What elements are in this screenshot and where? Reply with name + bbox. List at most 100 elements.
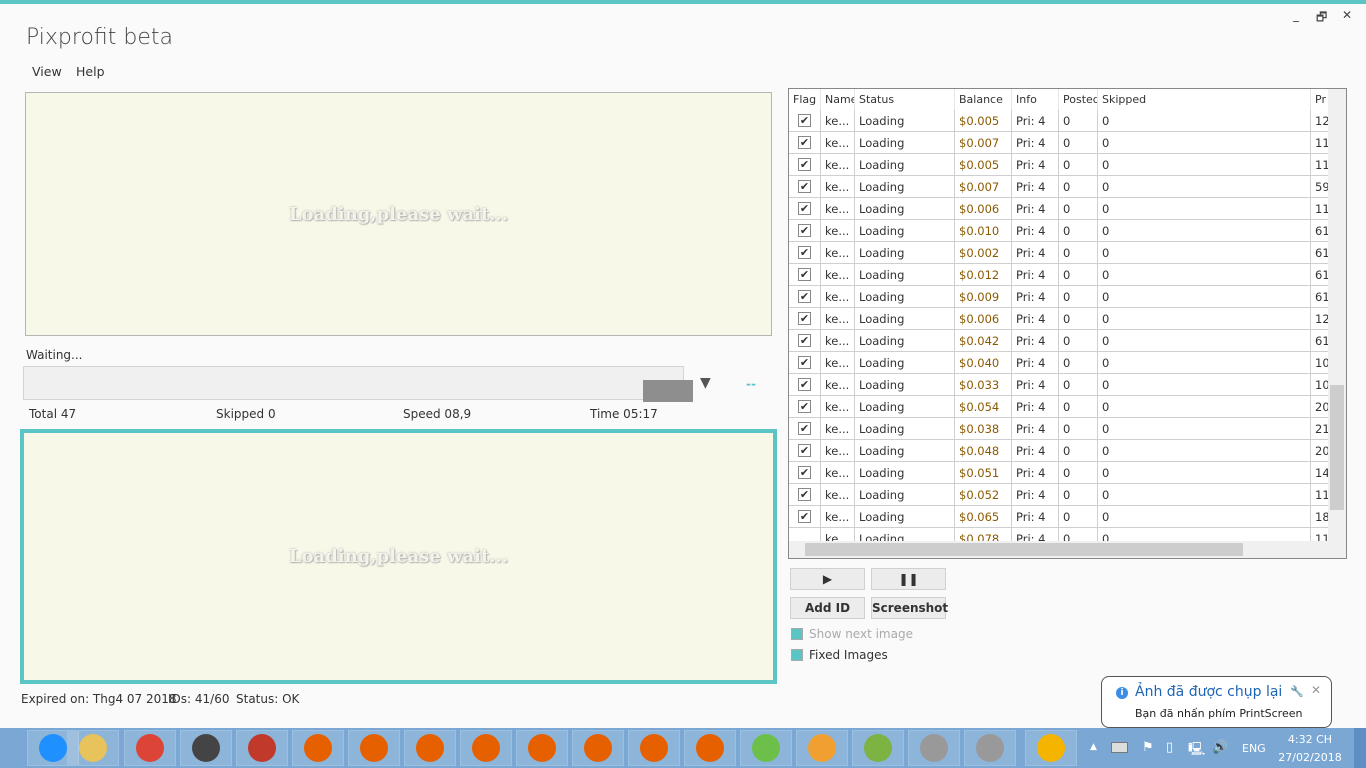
accounts-table[interactable]: Flag Name Status Balance Info Posted Skipped Pr… [788, 88, 1347, 559]
dropdown-arrow-icon[interactable]: ▼ [700, 375, 711, 391]
header-col-skipped[interactable]: Skipped [1098, 89, 1311, 110]
table-row[interactable]: ✔ke...Loading$0.005Pri: 400118 [789, 154, 1329, 176]
flag-checkbox[interactable]: ✔ [798, 488, 811, 501]
table-row[interactable]: ✔ke...Loading$0.005Pri: 400121 [789, 110, 1329, 132]
header-col-status[interactable]: Status [855, 89, 955, 110]
table-row[interactable]: ✔ke...Loading$0.012Pri: 40061. [789, 264, 1329, 286]
taskbar-button[interactable] [740, 730, 792, 766]
status-cell: Loading [855, 286, 955, 308]
table-row[interactable]: ✔ke...Loading$0.006Pri: 400112 [789, 198, 1329, 220]
network-icon[interactable]: 🖳 [1188, 740, 1205, 762]
table-row[interactable]: ✔ke...Loading$0.033Pri: 400101 [789, 374, 1329, 396]
keyboard-tray-icon[interactable] [1111, 742, 1128, 753]
balance-cell: $0.007 [955, 132, 1012, 154]
flag-checkbox[interactable]: ✔ [798, 400, 811, 413]
flag-checkbox[interactable]: ✔ [798, 312, 811, 325]
taskbar-button[interactable] [460, 730, 512, 766]
flag-checkbox[interactable]: ✔ [798, 268, 811, 281]
pause-button[interactable]: ❚❚ [871, 568, 946, 590]
flag-checkbox[interactable]: ✔ [798, 158, 811, 171]
header-col-name[interactable]: Name [821, 89, 855, 110]
table-row[interactable]: ✔ke...Loading$0.006Pri: 400121 [789, 308, 1329, 330]
restore-button[interactable]: 🗗 [1316, 8, 1327, 29]
taskbar-button[interactable] [796, 730, 848, 766]
horizontal-scrollbar[interactable] [789, 541, 1346, 558]
notification-close-icon[interactable]: ✕ [1311, 683, 1321, 697]
play-button[interactable]: ▶ [790, 568, 865, 590]
flag-checkbox[interactable]: ✔ [798, 510, 811, 523]
taskbar-button[interactable] [180, 730, 232, 766]
flag-checkbox[interactable]: ✔ [798, 444, 811, 457]
table-row[interactable]: ✔ke...Loading$0.042Pri: 40061. [789, 330, 1329, 352]
taskbar-button[interactable] [292, 730, 344, 766]
table-row[interactable]: ✔ke...Loading$0.007Pri: 400112 [789, 132, 1329, 154]
table-row[interactable]: ✔ke...Loading$0.040Pri: 400106 [789, 352, 1329, 374]
taskbar-button[interactable] [964, 730, 1016, 766]
taskbar-button[interactable] [572, 730, 624, 766]
close-button[interactable]: ✕ [1342, 8, 1352, 22]
table-row[interactable]: ✔ke...Loading$0.038Pri: 400211 [789, 418, 1329, 440]
taskbar-button[interactable] [348, 730, 400, 766]
table-row[interactable]: ✔ke...Loading$0.051Pri: 40014. [789, 462, 1329, 484]
flag-checkbox[interactable]: ✔ [798, 114, 811, 127]
minimize-button[interactable]: _ [1293, 8, 1299, 22]
taskbar-button[interactable] [67, 730, 119, 766]
flag-checkbox[interactable]: ✔ [798, 202, 811, 215]
flag-checkbox[interactable]: ✔ [798, 356, 811, 369]
table-row[interactable]: ✔ke...Loading$0.054Pri: 400202 [789, 396, 1329, 418]
table-row[interactable]: ✔ke...Loading$0.010Pri: 40061. [789, 220, 1329, 242]
clock-date[interactable]: 27/02/2018 [1278, 751, 1342, 764]
notification-balloon[interactable]: i Ảnh đã được chụp lại Bạn đã nhấn phím … [1101, 676, 1332, 728]
taskbar-button[interactable] [124, 730, 176, 766]
table-row[interactable]: ✔ke...Loading$0.052Pri: 400112 [789, 484, 1329, 506]
scroll-thumb[interactable] [1330, 385, 1344, 510]
table-row[interactable]: ✔ke...Loading$0.065Pri: 400183 [789, 506, 1329, 528]
header-col-info[interactable]: Info [1012, 89, 1059, 110]
taskbar-button[interactable] [404, 730, 456, 766]
action-center-flag-icon[interactable]: ⚑ [1142, 740, 1154, 755]
flag-checkbox[interactable]: ✔ [798, 422, 811, 435]
taskbar-button[interactable] [1025, 730, 1077, 766]
flag-checkbox[interactable]: ✔ [798, 246, 811, 259]
wrench-icon[interactable]: 🔧 [1290, 685, 1304, 698]
flag-checkbox[interactable]: ✔ [798, 136, 811, 149]
vertical-scrollbar[interactable] [1328, 89, 1346, 541]
taskbar-button[interactable] [516, 730, 568, 766]
hscroll-thumb[interactable] [805, 543, 1243, 556]
taskbar-button[interactable] [236, 730, 288, 766]
power-icon[interactable]: ▯ [1166, 740, 1173, 755]
header-col-balance[interactable]: Balance [955, 89, 1012, 110]
taskbar-button[interactable] [628, 730, 680, 766]
header-col-pr[interactable]: Pr [1311, 89, 1329, 110]
taskbar-button[interactable] [684, 730, 736, 766]
add-id-button[interactable]: Add ID [790, 597, 865, 619]
taskbar-button[interactable] [908, 730, 960, 766]
fixed-images-checkbox[interactable] [791, 649, 803, 661]
balance-cell: $0.040 [955, 352, 1012, 374]
language-indicator[interactable]: ENG [1242, 742, 1266, 755]
clock-time[interactable]: 4:32 CH [1278, 733, 1342, 746]
flag-checkbox[interactable]: ✔ [798, 378, 811, 391]
header-col-flag[interactable]: Flag [789, 89, 821, 110]
header-col-posted[interactable]: Posted [1059, 89, 1098, 110]
taskbar-button[interactable] [852, 730, 904, 766]
screenshot-button[interactable]: Screenshot [871, 597, 948, 619]
tray-expand-icon[interactable]: ▲ [1090, 742, 1097, 752]
table-row[interactable]: ✔ke...Loading$0.009Pri: 40061. [789, 286, 1329, 308]
flag-checkbox[interactable]: ✔ [798, 224, 811, 237]
menu-help[interactable]: Help [76, 64, 105, 79]
volume-icon[interactable]: 🔊 [1212, 740, 1228, 755]
flag-checkbox[interactable]: ✔ [798, 180, 811, 193]
flag-checkbox[interactable]: ✔ [798, 334, 811, 347]
flag-checkbox[interactable]: ✔ [798, 290, 811, 303]
table-row[interactable]: ✔ke...Loading$0.007Pri: 40059. [789, 176, 1329, 198]
posted-cell: 0 [1059, 154, 1098, 176]
menu-view[interactable]: View [32, 64, 62, 79]
table-row[interactable]: ✔ke...Loading$0.048Pri: 400203 [789, 440, 1329, 462]
flag-checkbox[interactable]: ✔ [798, 466, 811, 479]
chrome-icon [136, 734, 164, 762]
table-row[interactable]: ✔ke...Loading$0.002Pri: 40061. [789, 242, 1329, 264]
skipped-cell: 0 [1098, 418, 1311, 440]
show-next-checkbox[interactable] [791, 628, 803, 640]
show-desktop-button[interactable] [1354, 728, 1366, 768]
